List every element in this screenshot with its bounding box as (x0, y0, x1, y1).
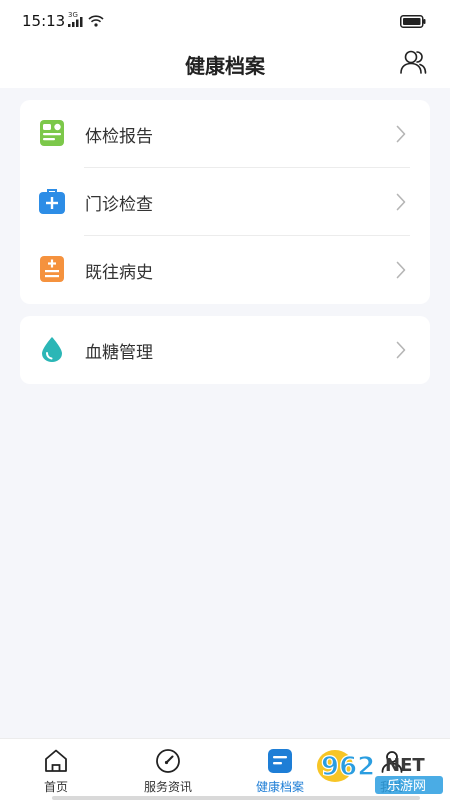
tab-home[interactable]: 首页 (0, 739, 112, 801)
chevron-right-icon (396, 193, 406, 211)
status-time: 15:13 (22, 12, 66, 30)
app-header: 健康档案 (0, 44, 450, 88)
home-indicator (52, 796, 420, 800)
chevron-right-icon (396, 341, 406, 359)
compass-icon (156, 749, 180, 773)
list-item-medical-history[interactable]: 既往病史 (20, 236, 430, 304)
list-item-outpatient-exam[interactable]: 门诊检查 (20, 168, 430, 236)
item-label: 体检报告 (85, 127, 153, 147)
network-indicator: 3G (68, 11, 104, 29)
tab-label: 服务资讯 (143, 780, 192, 794)
tab-services[interactable]: 服务资讯 (112, 739, 224, 801)
watermark-caption: 乐游网 (387, 779, 426, 794)
list-item-blood-sugar[interactable]: 血糖管理 (20, 316, 430, 384)
report-icon (40, 120, 64, 146)
chevron-right-icon (396, 125, 406, 143)
watermark-brand: 962 (321, 752, 375, 782)
records-card: 体检报告 门诊检查 既往病史 (20, 100, 430, 304)
watermark-suffix: NET (385, 755, 425, 776)
list-item-medical-report[interactable]: 体检报告 (20, 100, 430, 168)
item-label: 门诊检查 (85, 195, 153, 215)
tab-label: 首页 (43, 780, 68, 794)
blood-sugar-card: 血糖管理 (20, 316, 430, 384)
page-title: 健康档案 (185, 54, 265, 78)
watermark-logo: 962 NET 乐游网 (317, 750, 443, 794)
records-icon (268, 749, 292, 773)
users-icon[interactable] (398, 47, 428, 77)
drop-icon (42, 337, 62, 362)
signal-icon (68, 17, 83, 27)
battery-icon (400, 15, 426, 28)
item-label: 既往病史 (85, 263, 153, 283)
home-icon (45, 749, 67, 772)
medkit-icon (39, 189, 65, 214)
history-icon (40, 256, 64, 282)
chevron-right-icon (396, 261, 406, 279)
wifi-icon (88, 15, 104, 27)
status-bar: 15:13 3G (0, 0, 450, 44)
item-label: 血糖管理 (85, 343, 153, 363)
